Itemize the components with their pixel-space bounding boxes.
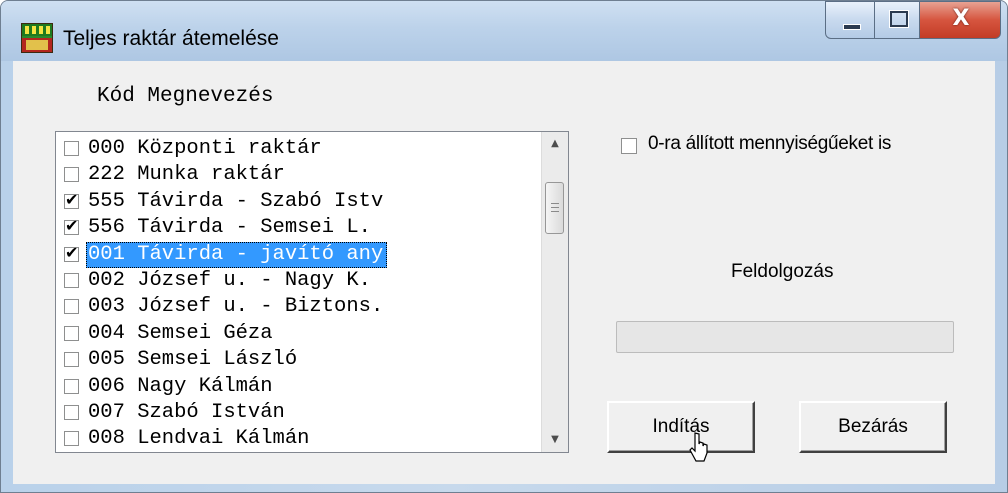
minimize-icon (843, 24, 861, 30)
scroll-up-arrow-icon[interactable]: ▲ (542, 132, 568, 156)
list-item-checkbox[interactable] (64, 431, 79, 447)
list-item-label: 555 Távirda - Szabó Istv (88, 189, 384, 213)
list-item-label: 007 Szabó István (88, 401, 285, 424)
list-item-checkbox[interactable]: ✔ (64, 243, 79, 262)
zero-quantity-label[interactable]: 0-ra állított mennyiségűeket is (648, 133, 891, 155)
list-item-checkbox[interactable] (64, 299, 79, 315)
list-item[interactable]: 222 Munka raktár (58, 162, 538, 188)
list-item-label: 003 József u. - Biztons. (88, 295, 384, 319)
list-item-label: 002 József u. - Nagy K. (88, 269, 371, 292)
close-icon: X (952, 6, 970, 31)
minimize-button[interactable] (825, 1, 875, 39)
list-item-label: 556 Távirda - Semsei L. (88, 216, 371, 240)
list-item[interactable]: ✔ 001 Távirda - javító any (58, 241, 538, 268)
scroll-thumb[interactable] (545, 182, 564, 234)
list-item-label: 005 Semsei László (88, 348, 298, 372)
mouse-cursor-icon (689, 432, 708, 462)
list-item-checkbox[interactable]: ✔ (64, 190, 79, 209)
list-item[interactable]: 007 Szabó István (58, 400, 538, 426)
list-item[interactable]: 003 József u. - Biztons. (58, 294, 538, 320)
dialog-content: Kód Megnevezés 000 Központi raktár 222 Mu… (13, 61, 995, 484)
processing-label: Feldolgozás (731, 261, 834, 282)
list-item-checkbox[interactable] (64, 352, 79, 368)
checkmark-icon: ✔ (65, 242, 79, 262)
processing-progress-bar (616, 321, 954, 353)
start-button[interactable]: Indítás (607, 401, 755, 453)
list-item-checkbox[interactable]: ✔ (64, 216, 79, 236)
dialog-window: Teljes raktár átemelése X Kód Megnevezés… (0, 0, 1008, 493)
title-bar[interactable]: Teljes raktár átemelése X (1, 1, 1007, 61)
list-item[interactable]: ✔ 555 Távirda - Szabó Istv (58, 189, 538, 215)
list-item-checkbox[interactable] (64, 273, 79, 288)
list-item-label: 006 Nagy Kálmán (88, 374, 273, 398)
app-icon (21, 23, 53, 53)
list-item-label: 000 Központi raktár (88, 137, 322, 160)
list-item-checkbox[interactable] (64, 325, 79, 341)
list-item[interactable]: 004 Semsei Géza (58, 321, 538, 347)
close-button[interactable]: Bezárás (799, 401, 947, 453)
checkmark-icon: ✔ (65, 189, 79, 209)
list-item-label: 001 Távirda - javító any (86, 241, 388, 268)
list-scrollbar[interactable]: ▲ ▼ (541, 132, 568, 452)
list-item[interactable]: 000 Központi raktár (58, 136, 538, 162)
list-item-checkbox[interactable] (64, 405, 79, 420)
list-item-label: 004 Semsei Géza (88, 321, 273, 345)
close-window-button[interactable]: X (919, 1, 1001, 39)
list-item-label: 222 Munka raktár (88, 163, 285, 187)
maximize-icon (890, 11, 908, 27)
list-item-checkbox[interactable] (64, 378, 79, 394)
list-item[interactable]: 006 Nagy Kálmán (58, 374, 538, 400)
maximize-button[interactable] (874, 1, 920, 39)
checkmark-icon: ✔ (65, 216, 79, 236)
list-item-checkbox[interactable] (64, 141, 79, 156)
list-item[interactable]: 005 Semsei László (58, 347, 538, 373)
window-title: Teljes raktár átemelése (63, 27, 279, 50)
scroll-down-arrow-icon[interactable]: ▼ (542, 428, 568, 452)
zero-quantity-checkbox[interactable] (621, 138, 637, 154)
warehouse-checklist[interactable]: 000 Központi raktár 222 Munka raktár ✔ 555 … (55, 131, 569, 453)
list-item[interactable]: 008 Lendvai Kálmán (58, 426, 538, 452)
list-item-label: 008 Lendvai Kálmán (88, 427, 310, 451)
list-item[interactable]: 002 József u. - Nagy K. (58, 268, 538, 294)
list-item-checkbox[interactable] (64, 167, 79, 183)
list-column-header: Kód Megnevezés (97, 85, 274, 108)
list-item[interactable]: ✔ 556 Távirda - Semsei L. (58, 215, 538, 241)
